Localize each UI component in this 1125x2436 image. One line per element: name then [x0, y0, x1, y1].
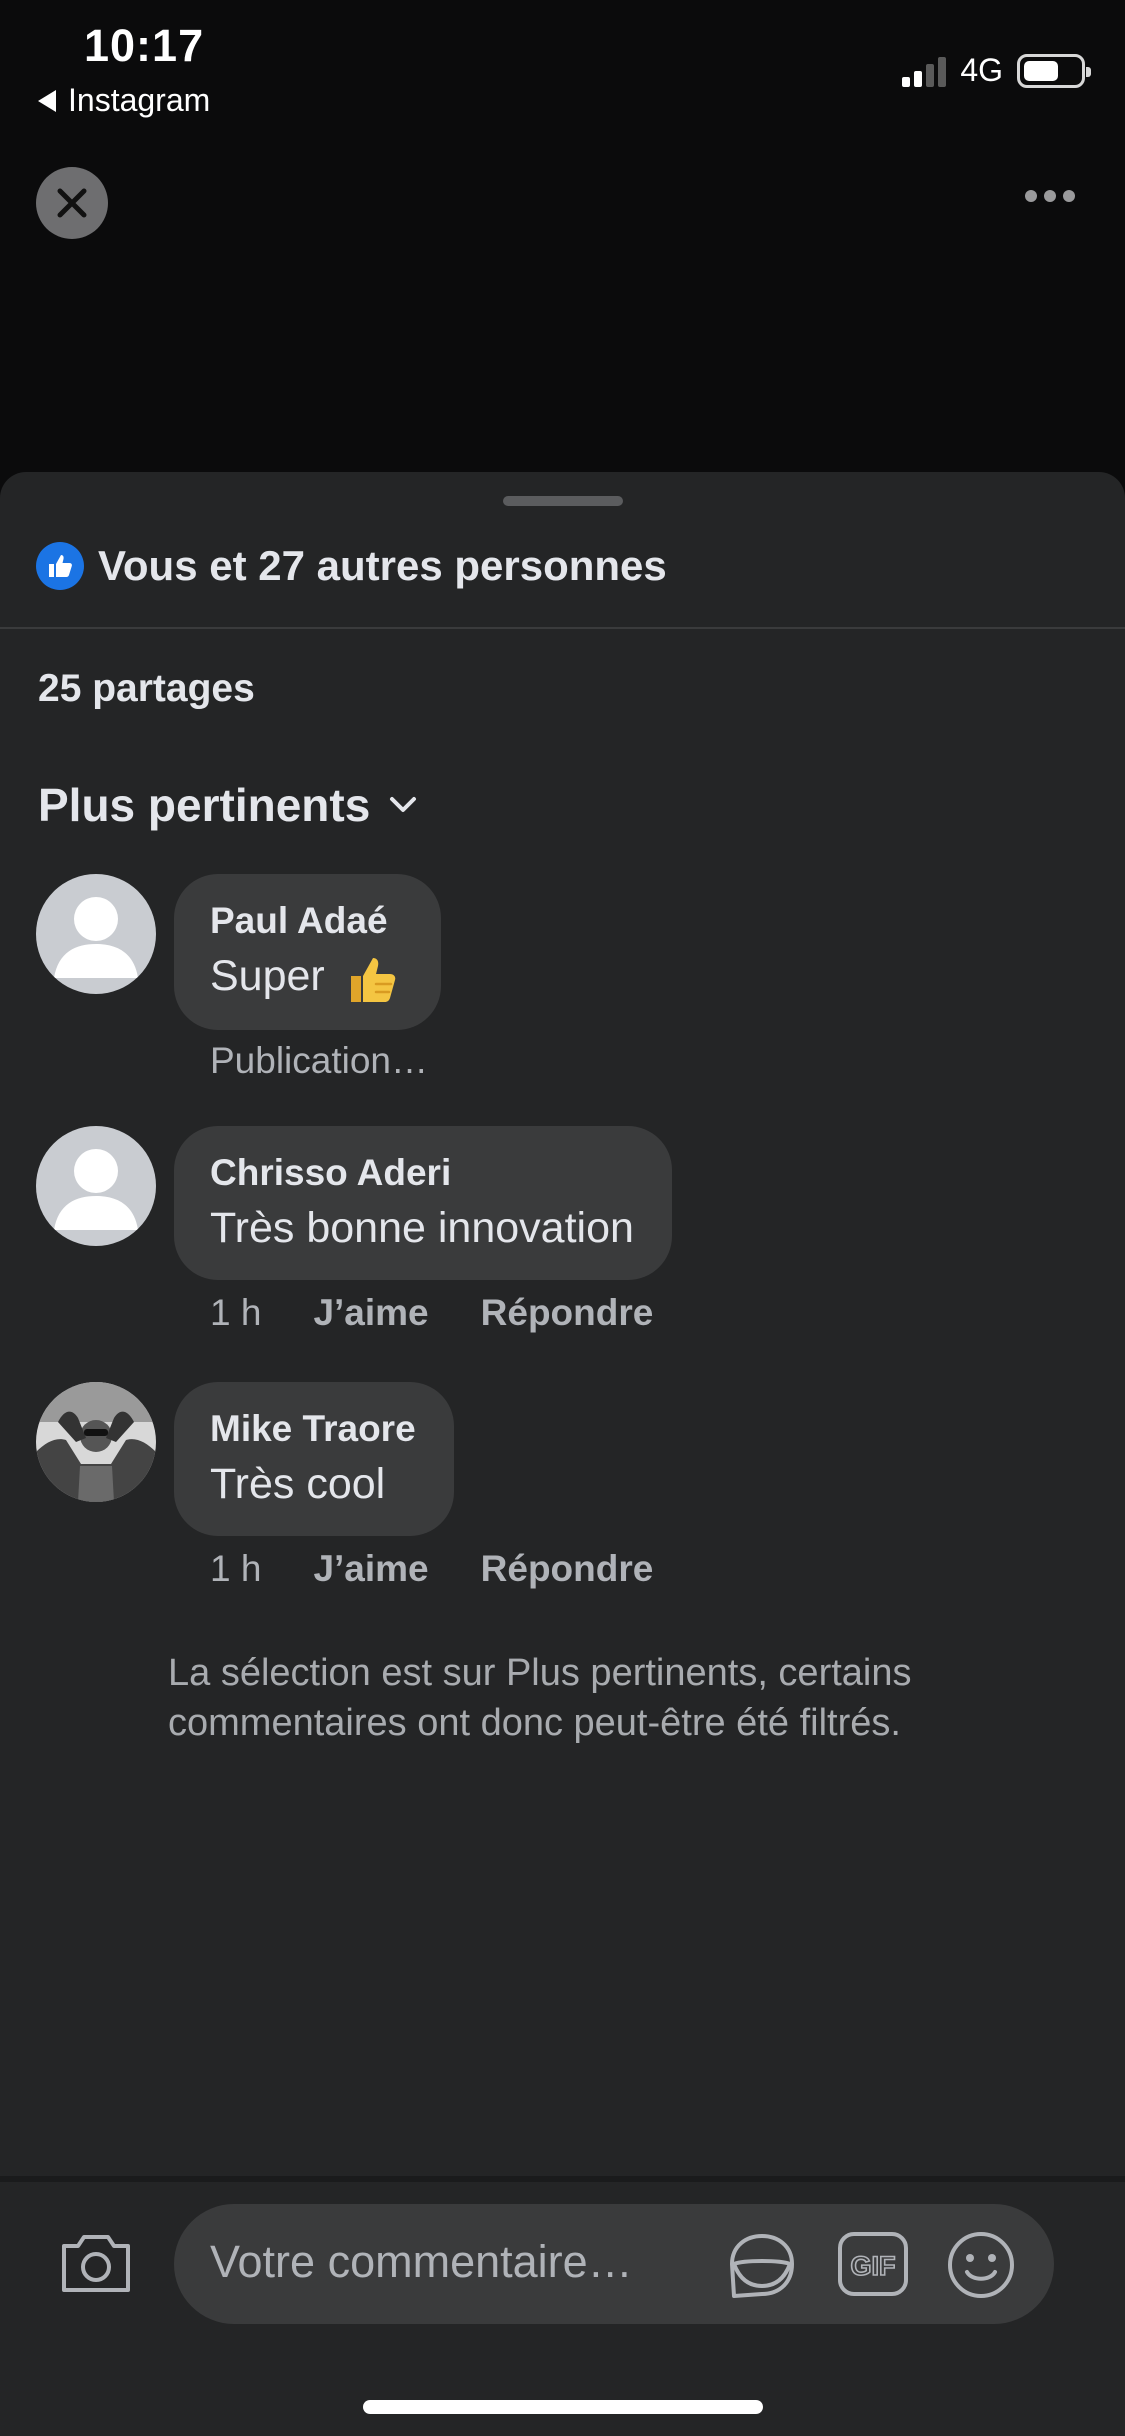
- back-to-app-link[interactable]: Instagram: [38, 82, 210, 119]
- screen: 10:17 Instagram 4G Vous et 27 autres per…: [0, 0, 1125, 2436]
- gif-button[interactable]: GIF: [836, 2230, 910, 2303]
- svg-text:GIF: GIF: [851, 2251, 896, 2281]
- comment-timestamp: 1 h: [210, 1292, 262, 1333]
- more-options-button[interactable]: [1025, 190, 1075, 202]
- more-dot-icon: [1044, 190, 1056, 202]
- back-arrow-icon: [38, 89, 56, 112]
- home-indicator[interactable]: [363, 2400, 763, 2414]
- reply-button[interactable]: Répondre: [481, 1548, 654, 1590]
- reactions-text: Vous et 27 autres personnes: [98, 542, 667, 589]
- comment-author[interactable]: Chrisso Aderi: [210, 1148, 634, 1198]
- back-app-label: Instagram: [68, 82, 211, 118]
- filter-note: La sélection est sur Plus pertinents, ce…: [168, 1652, 912, 1744]
- comment-bubble[interactable]: Paul Adaé Super: [174, 874, 441, 1030]
- signal-icon: [902, 55, 947, 87]
- sort-label: Plus pertinents: [38, 779, 371, 831]
- like-comment-button[interactable]: J’aime: [313, 1292, 428, 1334]
- comment-composer: Votre commentaire… GIF: [0, 2176, 1125, 2436]
- close-button[interactable]: [36, 167, 108, 239]
- like-comment-button[interactable]: J’aime: [313, 1548, 428, 1590]
- network-label: 4G: [960, 52, 1003, 88]
- avatar[interactable]: [36, 874, 156, 994]
- emoji-icon: [948, 2232, 1014, 2298]
- divider: [0, 627, 1125, 629]
- comment-author[interactable]: Paul Adaé: [210, 896, 403, 946]
- avatar-sticker-button[interactable]: [724, 2230, 800, 2307]
- thumbs-up-emoji-icon: [350, 957, 395, 1002]
- comment-meta: Publication…: [210, 1040, 428, 1082]
- user-photo-icon: [36, 1382, 156, 1502]
- comment-meta: 1 h J’aime Répondre: [210, 1548, 653, 1590]
- sheet-grabber[interactable]: [503, 496, 623, 506]
- status-indicators: 4G: [902, 52, 1091, 89]
- comment-text: Super: [210, 952, 325, 1000]
- comment-text: Très bonne innovation: [210, 1204, 634, 1252]
- comment-bubble[interactable]: Mike Traore Très cool: [174, 1382, 454, 1536]
- chevron-down-icon: [390, 797, 417, 812]
- shares-count[interactable]: 25 partages: [38, 667, 255, 711]
- reactions-summary[interactable]: Vous et 27 autres personnes: [36, 542, 667, 590]
- reply-button[interactable]: Répondre: [481, 1292, 654, 1334]
- comment-input[interactable]: Votre commentaire… GIF: [174, 2204, 1054, 2324]
- comments-sheet: Vous et 27 autres personnes 25 partages …: [0, 472, 1125, 2436]
- default-avatar-icon: [54, 1149, 138, 1230]
- avatar-sticker-icon: [730, 2234, 794, 2298]
- more-dot-icon: [1063, 190, 1075, 202]
- avatar[interactable]: [36, 1382, 156, 1502]
- default-avatar-icon: [54, 897, 138, 978]
- gif-icon: GIF: [838, 2232, 908, 2296]
- comment-placeholder: Votre commentaire…: [210, 2236, 633, 2287]
- avatar[interactable]: [36, 1126, 156, 1246]
- comment-text: Très cool: [210, 1460, 386, 1508]
- comment-bubble[interactable]: Chrisso Aderi Très bonne innovation: [174, 1126, 672, 1280]
- status-time: 10:17: [84, 20, 205, 71]
- comment-publishing-status: Publication…: [210, 1040, 429, 1081]
- emoji-button[interactable]: [946, 2230, 1016, 2305]
- comment-meta: 1 h J’aime Répondre: [210, 1292, 653, 1334]
- camera-button[interactable]: [58, 2230, 134, 2301]
- battery-icon: [1017, 53, 1091, 88]
- more-dot-icon: [1025, 190, 1037, 202]
- comment-timestamp: 1 h: [210, 1548, 262, 1589]
- close-icon: [57, 188, 87, 218]
- comment-author[interactable]: Mike Traore: [210, 1404, 416, 1454]
- camera-icon: [62, 2235, 130, 2292]
- like-icon: [36, 542, 84, 590]
- sort-dropdown[interactable]: Plus pertinents: [38, 778, 418, 832]
